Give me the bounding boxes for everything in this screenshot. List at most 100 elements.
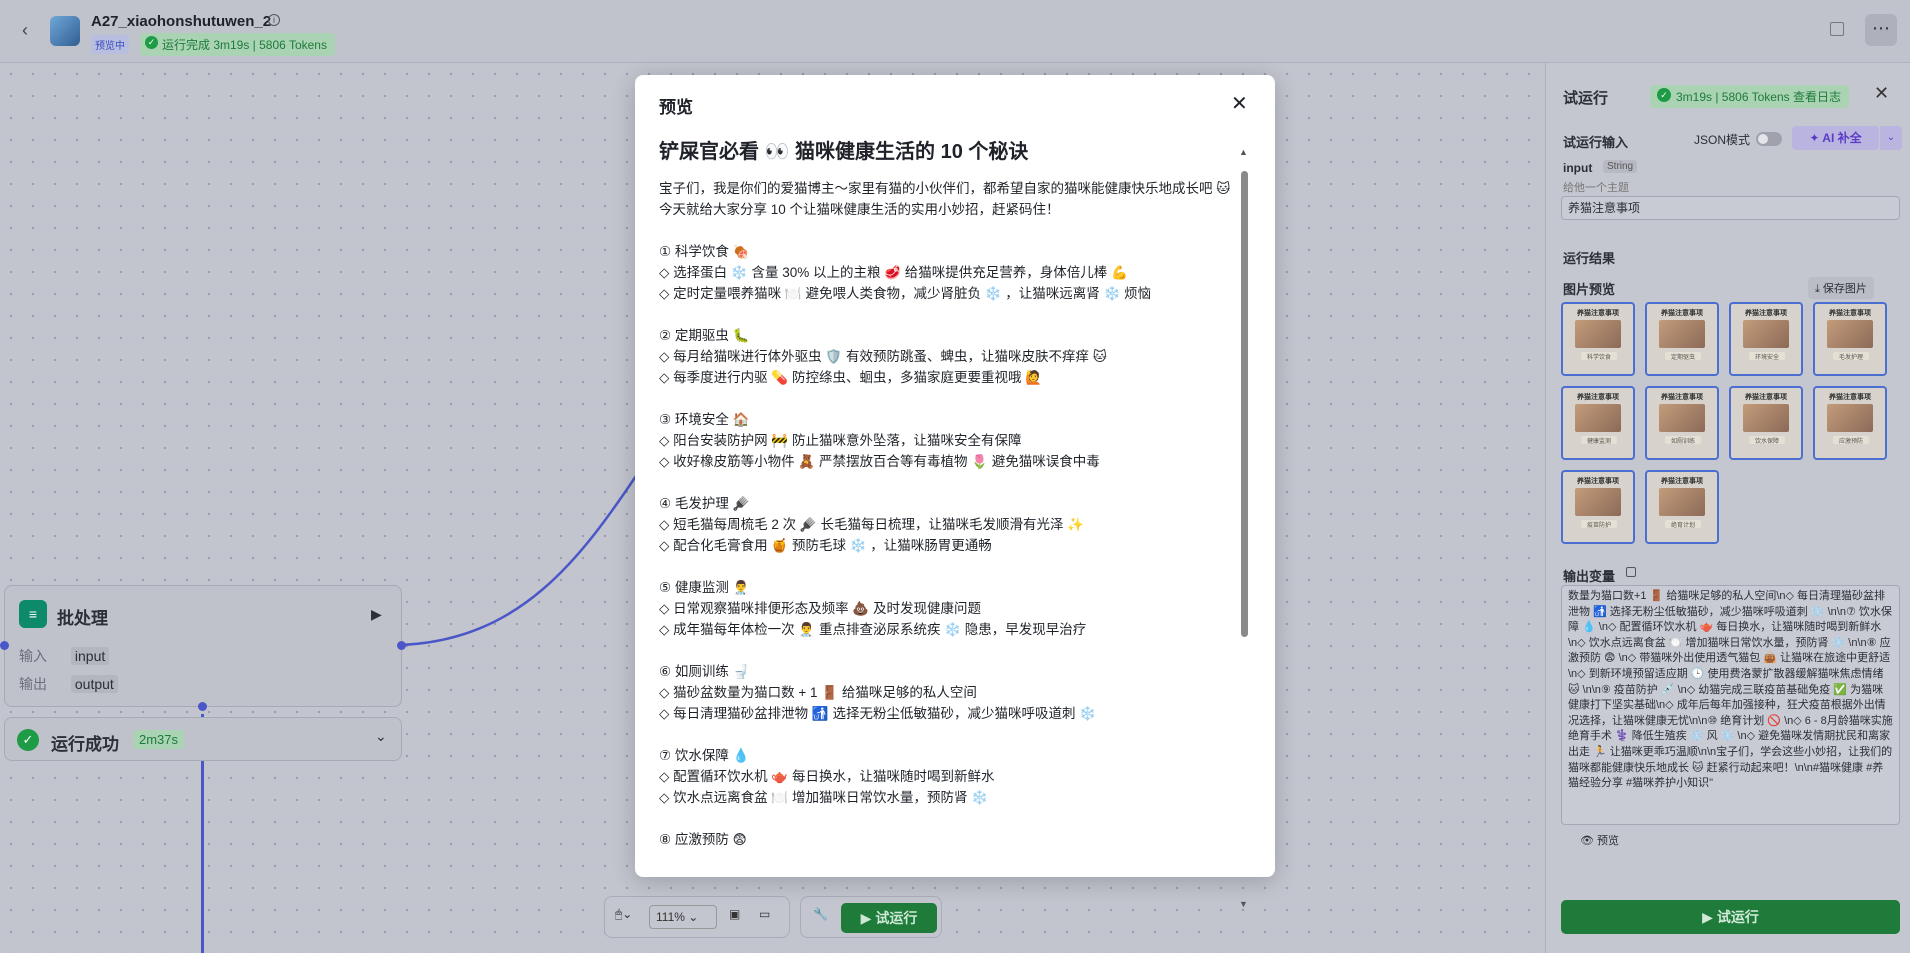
article-section: ⑤ 健康监测 👨‍⚕️ ◇ 日常观察猫咪排便形态及频率 💩 及时发现健康问题 ◇… [659, 580, 1087, 637]
thumbnail-title: 养猫注意事项 [1577, 310, 1619, 317]
panel-test-run-button[interactable]: ▶ 试运行 [1561, 900, 1900, 934]
article-section: ⑧ 应激预防 😨 [659, 832, 747, 847]
test-run-button[interactable]: ▶ 试运行 [841, 903, 937, 933]
layers-icon: ≡ [19, 600, 47, 628]
back-icon[interactable]: ‹ [22, 20, 40, 40]
play-icon[interactable]: ▶ [371, 606, 382, 623]
image-thumbnail[interactable]: 养猫注意事项 环境安全 [1729, 302, 1803, 376]
thumbnail-photo [1827, 320, 1873, 348]
output-port[interactable] [397, 641, 406, 650]
thumbnail-title: 养猫注意事项 [1745, 394, 1787, 401]
run-success-node[interactable]: ✓ 运行成功 2m37s ⌄ [4, 717, 402, 761]
result-section-label: 运行结果 [1563, 251, 1616, 266]
image-icon[interactable]: ▣ [729, 907, 740, 921]
thumbnail-title: 养猫注意事项 [1661, 310, 1703, 317]
info-icon[interactable]: i [268, 14, 280, 26]
output-text[interactable]: 数量为猫口数+1 🚪 给猫咪足够的私人空间\n◇ 每日清理猫砂盆排泄物 🚮 选择… [1561, 585, 1900, 825]
test-run-panel: 试运行 ✓ 3m19s | 5806 Tokens 查看日志 ✕ 试运行输入 JS… [1545, 63, 1910, 953]
image-thumbnail[interactable]: 养猫注意事项 健康监测 [1561, 386, 1635, 460]
image-thumbnail[interactable]: 养猫注意事项 绝育计划 [1645, 470, 1719, 544]
ai-complete-button[interactable]: ✦ AI 补全 [1792, 126, 1879, 150]
article-section: ③ 环境安全 🏠 ◇ 阳台安装防护网 🚧 防止猫咪意外坠落，让猫咪安全有保障 ◇… [659, 412, 1100, 469]
output-variable-label: 输出变量 [1563, 569, 1616, 584]
save-image-label: 保存图片 [1822, 283, 1867, 295]
input-section-label: 试运行输入 [1563, 135, 1629, 150]
thumbnail-caption: 疫苗防护 [1581, 520, 1617, 529]
batch-node[interactable]: ≡ 批处理 ▶ 输入 input 输出 output [4, 585, 402, 707]
save-image-button[interactable]: ⤓ 保存图片 [1808, 277, 1874, 299]
chevron-down-icon[interactable]: ⌄ [1880, 126, 1902, 150]
top-bar: ‹ A27_xiaohonshutuwen_2 i 预览中 ✓ 运行完成 3m19… [0, 0, 1910, 63]
modal-scrollbar[interactable]: ▲ ▼ [1239, 147, 1249, 909]
panel-title: 试运行 [1563, 90, 1609, 107]
preview-label: 预览 [1597, 835, 1620, 847]
batch-node-title: 批处理 [57, 609, 108, 628]
thumbnail-caption: 健康监测 [1581, 436, 1617, 445]
run-status-badge: ✓ 运行完成 3m19s | 5806 Tokens [140, 33, 335, 56]
zoom-select[interactable]: 111% ⌄ [649, 905, 717, 929]
copy-icon[interactable] [1626, 567, 1636, 577]
thumbnail-caption: 毛发护理 [1833, 352, 1869, 361]
thumbnail-title: 养猫注意事项 [1577, 478, 1619, 485]
image-preview-label: 图片预览 [1563, 282, 1616, 297]
status-badge: 预览中 [91, 35, 129, 54]
json-mode-label: JSON模式 [1694, 133, 1751, 147]
modal-content: 铲屎官必看 👀 猫咪健康生活的 10 个秘诀 宝子们，我是你们的爱猫博主～家里有… [659, 129, 1237, 865]
thumbnail-title: 养猫注意事项 [1661, 394, 1703, 401]
thumbnail-caption: 科学饮食 [1581, 352, 1617, 361]
image-thumbnail[interactable]: 养猫注意事项 饮水保障 [1729, 386, 1803, 460]
bottom-port[interactable] [198, 702, 207, 711]
batch-output-row: 输出 output [19, 674, 118, 694]
input-port[interactable] [0, 641, 9, 650]
more-button[interactable]: ⋯ [1865, 14, 1897, 46]
run-success-title: 运行成功 [51, 735, 119, 754]
batch-input-row: 输入 input [19, 646, 110, 666]
input-label: 输入 [19, 648, 47, 664]
image-thumbnail[interactable]: 养猫注意事项 应激预防 [1813, 386, 1887, 460]
chevron-down-icon[interactable]: ⌄ [375, 728, 387, 745]
input-name: input [1563, 161, 1593, 175]
preview-modal: 预览 ✕ 铲屎官必看 👀 猫咪健康生活的 10 个秘诀 宝子们，我是你们的爱猫博… [635, 75, 1275, 909]
image-thumbnail[interactable]: 养猫注意事项 定期驱虫 [1645, 302, 1719, 376]
json-mode-toggle[interactable] [1756, 132, 1782, 146]
close-icon[interactable]: ✕ [1874, 83, 1889, 104]
thumbnail-caption: 应激预防 [1833, 436, 1869, 445]
thumbnail-photo [1743, 320, 1789, 348]
output-label: 输出 [19, 676, 47, 692]
article-section: ② 定期驱虫 🐛 ◇ 每月给猫咪进行体外驱虫 🛡️ 有效预防跳蚤、蜱虫，让猫咪皮… [659, 328, 1107, 385]
article-heading: 铲屎官必看 👀 猫咪健康生活的 10 个秘诀 [659, 141, 1029, 163]
article-section: ⑥ 如厕训练 🚽 ◇ 猫砂盆数量为猫口数 + 1 🚪 给猫咪足够的私人空间 ◇ … [659, 664, 1097, 721]
test-run-label: 试运行 [875, 910, 918, 926]
input-type-badge: String [1603, 160, 1638, 173]
thumbnail-caption: 定期驱虫 [1665, 352, 1701, 361]
copy-icon[interactable] [1830, 22, 1844, 36]
scroll-down-icon[interactable]: ▼ [1239, 899, 1248, 909]
panel-run-badge[interactable]: ✓ 3m19s | 5806 Tokens 查看日志 [1650, 85, 1849, 108]
canvas-toolbar: 🖱⌄ 111% ⌄ ▣ ▭ [604, 896, 790, 938]
panel-run-label: 试运行 [1716, 909, 1759, 925]
zoom-value: 111% [656, 910, 685, 924]
thumbnail-caption: 如厕训练 [1665, 436, 1701, 445]
image-thumbnail[interactable]: 养猫注意事项 疫苗防护 [1561, 470, 1635, 544]
mouse-icon[interactable]: 🖱⌄ [615, 907, 632, 922]
thumbnail-title: 养猫注意事项 [1829, 310, 1871, 317]
image-thumbnail[interactable]: 养猫注意事项 科学饮食 [1561, 302, 1635, 376]
close-icon[interactable]: ✕ [1231, 91, 1248, 116]
thumbnail-title: 养猫注意事项 [1829, 394, 1871, 401]
article-section: ⑦ 饮水保障 💧 ◇ 配置循环饮水机 🫖 每日换水，让猫咪随时喝到新鲜水 ◇ 饮… [659, 748, 995, 805]
thumbnail-photo [1743, 404, 1789, 432]
thumbnail-caption: 环境安全 [1749, 352, 1785, 361]
wrench-icon[interactable]: 🔧 [813, 907, 828, 921]
input-field[interactable]: 养猫注意事项 [1561, 196, 1900, 220]
output-tag: output [70, 675, 118, 693]
scrollbar-thumb[interactable] [1241, 171, 1248, 637]
thumbnail-title: 养猫注意事项 [1577, 394, 1619, 401]
minimap-icon[interactable]: ▭ [759, 907, 770, 921]
image-thumbnail[interactable]: 养猫注意事项 如厕训练 [1645, 386, 1719, 460]
thumbnail-title: 养猫注意事项 [1661, 478, 1703, 485]
article-section: ① 科学饮食 🍖 ◇ 选择蛋白 ❄️ 含量 30% 以上的主粮 🥩 给猫咪提供充… [659, 244, 1152, 301]
check-icon: ✓ [145, 36, 158, 49]
preview-button[interactable]: 👁 预览 [1580, 832, 1619, 848]
scroll-up-icon[interactable]: ▲ [1239, 147, 1248, 157]
image-thumbnail[interactable]: 养猫注意事项 毛发护理 [1813, 302, 1887, 376]
